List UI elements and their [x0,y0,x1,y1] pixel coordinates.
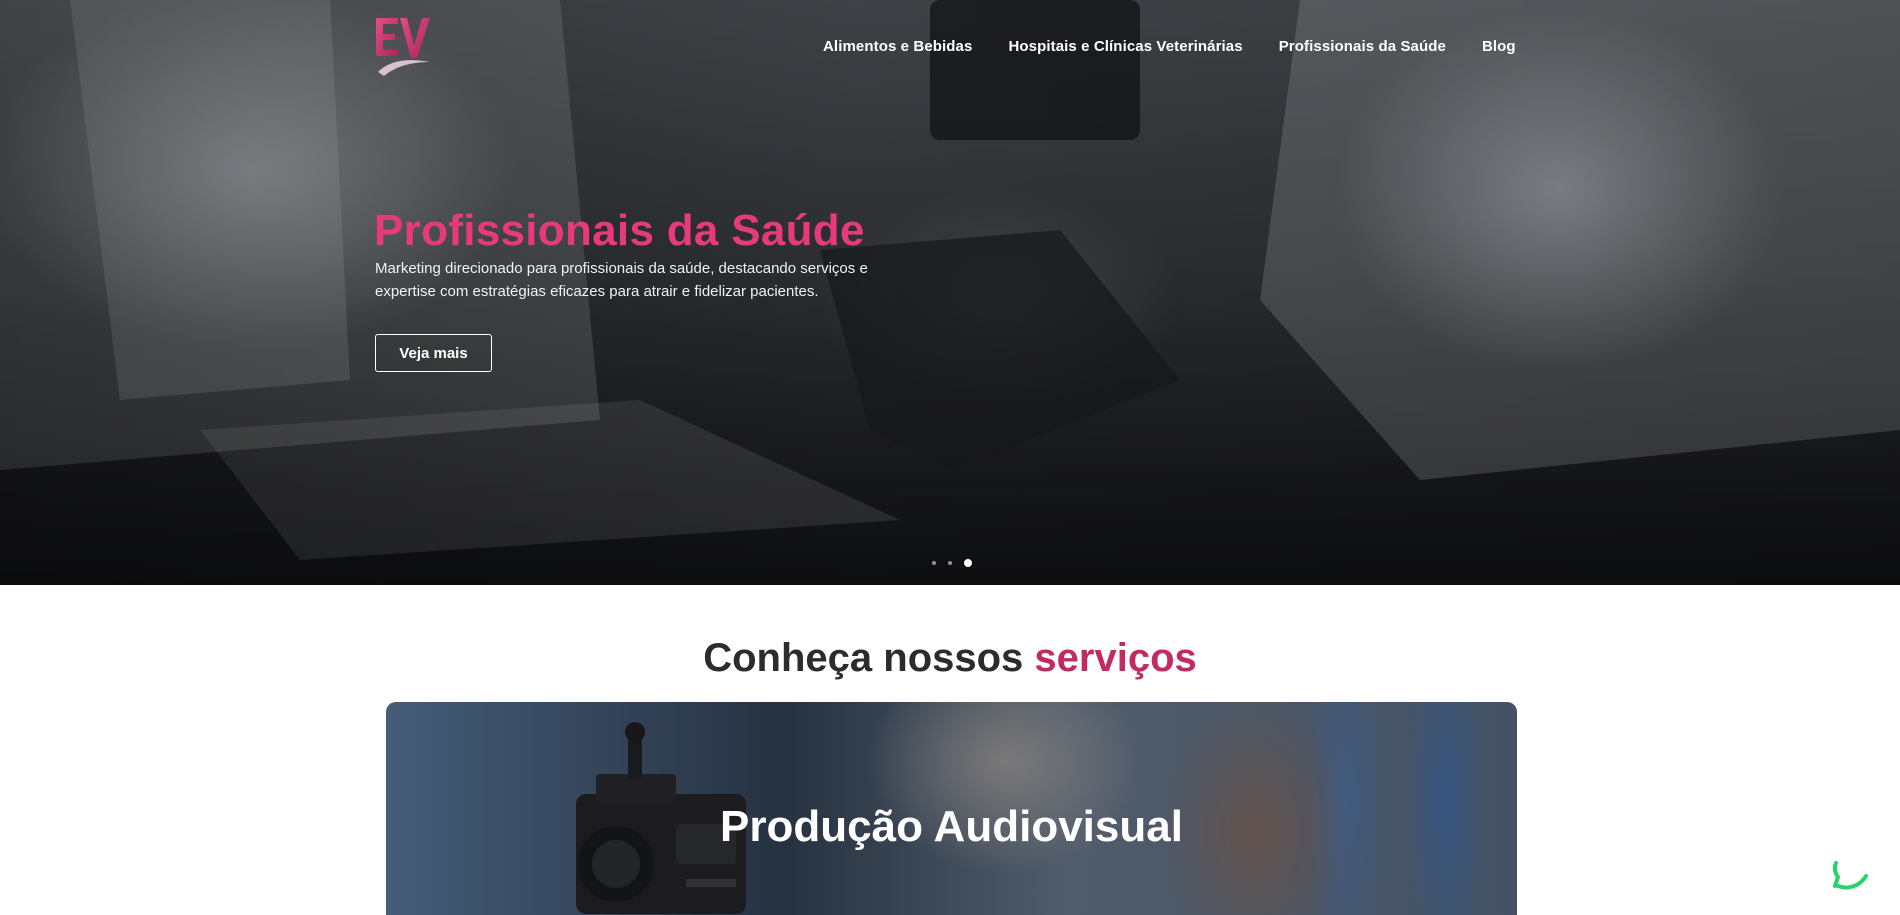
carousel-dot-3-active[interactable] [964,559,972,567]
service-card-producao-audiovisual[interactable]: Produção Audiovisual [386,702,1517,915]
carousel-dot-1[interactable] [932,561,936,565]
brand-logo[interactable] [374,16,434,78]
services-heading: Conheça nossos serviços [0,636,1900,681]
carousel-dot-2[interactable] [948,561,952,565]
nav-item-hospitais-clinicas[interactable]: Hospitais e Clínicas Veterinárias [1008,38,1242,55]
nav-item-profissionais-saude[interactable]: Profissionais da Saúde [1279,38,1446,55]
nav-item-alimentos-bebidas[interactable]: Alimentos e Bebidas [823,38,972,55]
service-card-title: Produção Audiovisual [720,802,1183,851]
main-navigation: Alimentos e Bebidas Hospitais e Clínicas… [823,38,1516,55]
nav-item-blog[interactable]: Blog [1482,38,1516,55]
hero-title: Profissionais da Saúde [374,206,865,255]
veja-mais-button[interactable]: Veja mais [375,334,492,372]
hero-banner: Alimentos e Bebidas Hospitais e Clínicas… [0,0,1900,585]
hero-overlay [0,0,1900,585]
hero-description: Marketing direcionado para profissionais… [375,260,868,300]
whatsapp-icon[interactable] [1826,846,1874,894]
services-heading-accent: serviços [1034,636,1197,680]
services-heading-prefix: Conheça nossos [703,636,1024,680]
carousel-pagination [932,559,972,567]
